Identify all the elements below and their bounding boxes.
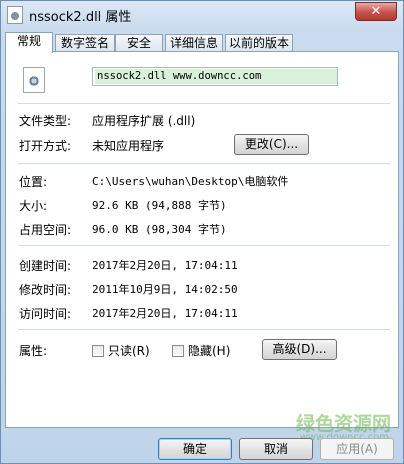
properties-window: nssock2.dll 属性 ✕ 常规 数字签名 安全 详细信息 以前的版本 n… <box>0 0 404 464</box>
divider <box>18 329 390 330</box>
size-on-disk-label: 占用空间: <box>19 223 72 237</box>
file-name-text: nssock2.dll www.downcc.com <box>95 69 337 84</box>
created-value: 2017年2月20日, 17:04:11 <box>92 259 238 272</box>
accessed-value: 2017年2月20日, 17:04:11 <box>92 307 238 320</box>
location-value: C:\Users\wuhan\Desktop\电脑软件 <box>92 175 289 188</box>
file-type-value: 应用程序扩展 (.dll) <box>92 114 196 128</box>
attributes-label: 属性: <box>19 344 48 358</box>
tab-digital-signatures[interactable]: 数字签名 <box>55 34 115 52</box>
tab-details[interactable]: 详细信息 <box>165 34 223 52</box>
checkbox-box[interactable] <box>172 344 184 357</box>
close-button[interactable]: ✕ <box>355 2 397 21</box>
tab-general[interactable]: 常规 <box>5 32 53 53</box>
ok-button[interactable]: 确定 <box>158 438 232 460</box>
tab-previous-versions[interactable]: 以前的版本 <box>225 34 293 52</box>
hidden-label: 隐藏(H) <box>188 344 231 358</box>
hidden-checkbox[interactable]: 隐藏(H) <box>172 342 230 359</box>
general-panel: nssock2.dll www.downcc.com 文件类型: 应用程序扩展 … <box>5 51 399 428</box>
accessed-label: 访问时间: <box>19 307 72 321</box>
title-bar: nssock2.dll 属性 ✕ <box>1 1 403 29</box>
dll-file-icon <box>23 67 45 93</box>
open-with-label: 打开方式: <box>19 139 72 153</box>
divider <box>18 245 390 246</box>
created-label: 创建时间: <box>19 259 72 273</box>
file-type-label: 文件类型: <box>19 114 72 128</box>
size-label: 大小: <box>19 199 48 213</box>
close-icon: ✕ <box>370 4 382 19</box>
size-value: 92.6 KB (94,888 字节) <box>92 199 227 212</box>
cancel-button[interactable]: 取消 <box>239 438 313 460</box>
change-button[interactable]: 更改(C)... <box>234 134 309 155</box>
readonly-label: 只读(R) <box>108 344 150 358</box>
readonly-checkbox[interactable]: 只读(R) <box>92 342 150 359</box>
location-label: 位置: <box>19 175 48 189</box>
file-name-input[interactable]: nssock2.dll www.downcc.com <box>92 67 338 86</box>
window-title: nssock2.dll 属性 <box>29 10 132 25</box>
checkbox-box[interactable] <box>92 344 104 357</box>
modified-value: 2011年10月9日, 14:02:50 <box>92 283 238 296</box>
tab-security[interactable]: 安全 <box>115 34 163 52</box>
divider <box>18 103 390 104</box>
dll-file-icon <box>7 6 23 24</box>
divider <box>18 163 390 164</box>
advanced-button[interactable]: 高级(D)... <box>262 339 337 360</box>
apply-button[interactable]: 应用(A) <box>320 438 394 460</box>
open-with-value: 未知应用程序 <box>92 139 165 153</box>
size-on-disk-value: 96.0 KB (98,304 字节) <box>92 223 227 236</box>
modified-label: 修改时间: <box>19 283 72 297</box>
